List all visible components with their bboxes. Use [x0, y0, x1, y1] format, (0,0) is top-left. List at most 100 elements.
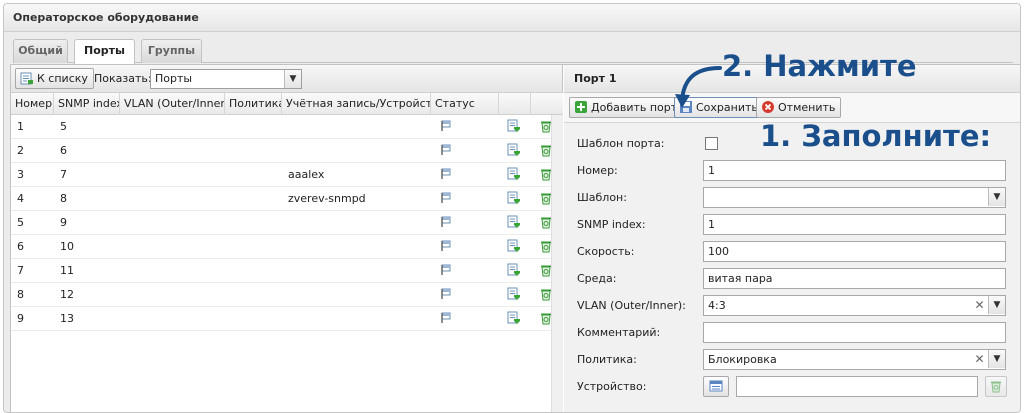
cell-vlan	[120, 187, 126, 211]
policy-value: Блокировка	[708, 353, 777, 366]
policy-combo[interactable]: Блокировка ✕ ▼	[703, 349, 1006, 370]
flag-icon	[431, 187, 453, 211]
template-port-label: Шаблон порта:	[577, 137, 665, 150]
ports-list-panel: К списку Показать: Порты ▼ Номер SNMP in…	[11, 65, 563, 412]
edit-icon[interactable]	[499, 259, 521, 283]
recycle-icon[interactable]	[531, 211, 553, 235]
chevron-down-icon[interactable]: ▼	[988, 350, 1005, 368]
cell-account	[282, 115, 288, 139]
number-input[interactable]: 1	[703, 160, 1006, 181]
vlan-label: VLAN (Outer/Inner):	[577, 299, 686, 312]
table-row[interactable]: 15	[11, 115, 551, 139]
field-device: Устройство:	[564, 376, 1020, 403]
recycle-icon[interactable]	[531, 235, 553, 259]
device-clear-button[interactable]	[985, 376, 1007, 397]
tab-ports[interactable]: Порты	[74, 39, 135, 64]
back-to-list-button[interactable]: К списку	[15, 68, 94, 89]
field-media: Среда: витая пара	[564, 268, 1020, 295]
col-policy[interactable]: Политика	[225, 93, 282, 115]
cell-vlan	[120, 259, 126, 283]
edit-icon[interactable]	[499, 307, 521, 331]
col-edit	[499, 93, 531, 115]
col-status[interactable]: Статус	[431, 93, 499, 115]
col-account-device[interactable]: Учётная запись/Устройство	[282, 93, 431, 115]
scrollbar[interactable]	[551, 115, 563, 412]
cell-account	[282, 307, 288, 331]
cell-num: 2	[17, 144, 24, 157]
table-row[interactable]: 59	[11, 211, 551, 235]
recycle-icon[interactable]	[531, 307, 553, 331]
recycle-icon[interactable]	[531, 139, 553, 163]
chevron-down-icon[interactable]: ▼	[284, 70, 301, 88]
tab-general[interactable]: Общий	[13, 39, 68, 63]
edit-icon[interactable]	[499, 115, 521, 139]
number-label: Номер:	[577, 164, 618, 177]
device-input[interactable]	[736, 376, 978, 397]
table-row[interactable]: 26	[11, 139, 551, 163]
device-label: Устройство:	[577, 380, 647, 393]
vlan-combo[interactable]: 4:3 ✕ ▼	[703, 295, 1006, 316]
flag-icon	[431, 259, 453, 283]
cell-snmp: 9	[60, 216, 67, 229]
cell-snmp: 11	[60, 264, 74, 277]
col-number[interactable]: Номер	[11, 93, 54, 115]
comment-input[interactable]	[703, 322, 1006, 343]
clear-icon[interactable]: ✕	[972, 296, 987, 315]
template-select[interactable]: ▼	[703, 187, 1006, 208]
cell-num: 3	[17, 168, 24, 181]
clear-icon[interactable]: ✕	[972, 350, 987, 369]
cancel-button[interactable]: Отменить	[756, 97, 842, 118]
speed-input[interactable]: 100	[703, 241, 1006, 262]
table-row[interactable]: 8 12	[11, 283, 551, 307]
cell-policy	[225, 259, 231, 283]
show-select[interactable]: Порты ▼	[150, 69, 302, 89]
template-port-checkbox[interactable]	[705, 137, 718, 150]
field-comment: Комментарий:	[564, 322, 1020, 349]
cell-num: 5	[17, 216, 24, 229]
window-title: Операторское оборудование	[4, 4, 1020, 32]
recycle-icon[interactable]	[531, 259, 553, 283]
col-delete	[531, 93, 563, 115]
cell-snmp: 13	[60, 312, 74, 325]
cancel-icon	[761, 100, 775, 114]
cell-account	[282, 283, 288, 307]
edit-icon[interactable]	[499, 187, 521, 211]
back-to-list-label: К списку	[37, 72, 88, 85]
table-row[interactable]: 3 7 aaalex	[11, 163, 551, 187]
recycle-icon[interactable]	[531, 187, 553, 211]
add-port-button[interactable]: Добавить порт	[569, 97, 684, 118]
table-row[interactable]: 9 13	[11, 307, 551, 331]
cancel-label: Отменить	[778, 101, 836, 114]
recycle-icon[interactable]	[531, 163, 553, 187]
cell-vlan	[120, 211, 126, 235]
table-row[interactable]: 6 10	[11, 235, 551, 259]
edit-icon[interactable]	[499, 283, 521, 307]
snmp-index-input[interactable]: 1	[703, 214, 1006, 235]
edit-icon[interactable]	[499, 211, 521, 235]
chevron-down-icon[interactable]: ▼	[988, 296, 1005, 314]
flag-icon	[431, 115, 453, 139]
table-row[interactable]: 4 8 zverev-snmpd	[11, 187, 551, 211]
table-row[interactable]: 7 11	[11, 259, 551, 283]
media-label: Среда:	[577, 272, 617, 285]
chevron-down-icon[interactable]: ▼	[988, 188, 1005, 206]
port-form-panel: Порт 1 Добавить порт Сохранить Отменить	[564, 65, 1020, 412]
tab-content: К списку Показать: Порты ▼ Номер SNMP in…	[10, 64, 1020, 412]
field-speed: Скорость: 100	[564, 241, 1020, 268]
media-input[interactable]: витая пара	[703, 268, 1006, 289]
cell-num: 6	[17, 240, 24, 253]
cell-vlan	[120, 115, 126, 139]
edit-icon[interactable]	[499, 163, 521, 187]
field-vlan: VLAN (Outer/Inner): 4:3 ✕ ▼	[564, 295, 1020, 322]
cell-policy	[225, 283, 231, 307]
cell-account	[282, 259, 288, 283]
col-snmp-index[interactable]: SNMP index	[54, 93, 120, 115]
cell-num: 7	[17, 264, 24, 277]
device-picker-button[interactable]	[703, 376, 729, 397]
recycle-icon[interactable]	[531, 115, 553, 139]
edit-icon[interactable]	[499, 139, 521, 163]
col-vlan[interactable]: VLAN (Outer/Inner)	[120, 93, 225, 115]
recycle-icon[interactable]	[531, 283, 553, 307]
tab-groups[interactable]: Группы	[141, 39, 202, 63]
edit-icon[interactable]	[499, 235, 521, 259]
